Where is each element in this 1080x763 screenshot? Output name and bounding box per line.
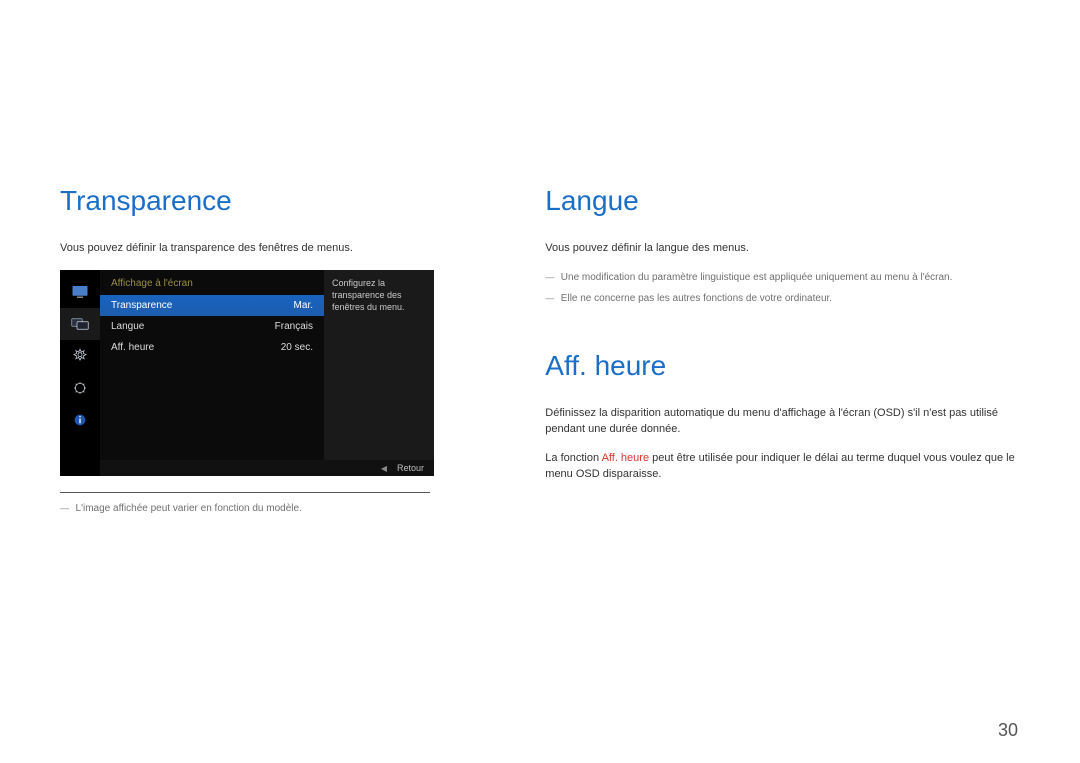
onscreen-display-tab-icon — [60, 308, 100, 340]
affheure-highlight: Aff. heure — [602, 452, 650, 464]
affheure-p2: La fonction Aff. heure peut être utilisé… — [545, 451, 1020, 482]
picture-tab-icon — [60, 276, 100, 308]
osd-description-box: Configurez la transparence des fenêtres … — [324, 270, 434, 476]
osd-main-panel: Affichage à l'écran Transparence Mar. La… — [100, 270, 324, 476]
affheure-title: Aff. heure — [545, 350, 1020, 382]
transparence-title: Transparence — [60, 185, 485, 217]
transparence-intro: Vous pouvez définir la transparence des … — [60, 241, 485, 256]
osd-row-label: Transparence — [111, 300, 172, 311]
osd-row-transparence: Transparence Mar. — [100, 295, 324, 316]
osd-row-label: Langue — [111, 321, 144, 332]
langue-title: Langue — [545, 185, 1020, 217]
osd-header: Affichage à l'écran — [100, 270, 324, 295]
page-number: 30 — [998, 720, 1018, 741]
osd-menu-screenshot: Affichage à l'écran Transparence Mar. La… — [60, 270, 434, 476]
settings-tab-icon — [60, 372, 100, 404]
osd-tab-bar — [60, 270, 100, 476]
affheure-p1: Définissez la disparition automatique du… — [545, 406, 1020, 437]
osd-row-label: Aff. heure — [111, 342, 154, 353]
osd-footer: ◀ Retour — [100, 460, 434, 476]
info-tab-icon — [60, 404, 100, 436]
osd-footer-label: Retour — [397, 463, 424, 473]
image-vary-footnote: L'image affichée peut varier en fonction… — [60, 501, 485, 516]
langue-note-2: Elle ne concerne pas les autres fonction… — [545, 291, 1020, 306]
system-tab-icon — [60, 340, 100, 372]
osd-row-affheure: Aff. heure 20 sec. — [100, 337, 324, 358]
osd-row-value: Mar. — [294, 300, 313, 311]
osd-row-langue: Langue Français — [100, 316, 324, 337]
osd-row-value: 20 sec. — [281, 342, 313, 353]
langue-intro: Vous pouvez définir la langue des menus. — [545, 241, 1020, 256]
footnote-divider — [60, 492, 430, 493]
back-arrow-icon: ◀ — [381, 464, 387, 473]
langue-note-1: Une modification du paramètre linguistiq… — [545, 270, 1020, 285]
osd-row-value: Français — [275, 321, 313, 332]
